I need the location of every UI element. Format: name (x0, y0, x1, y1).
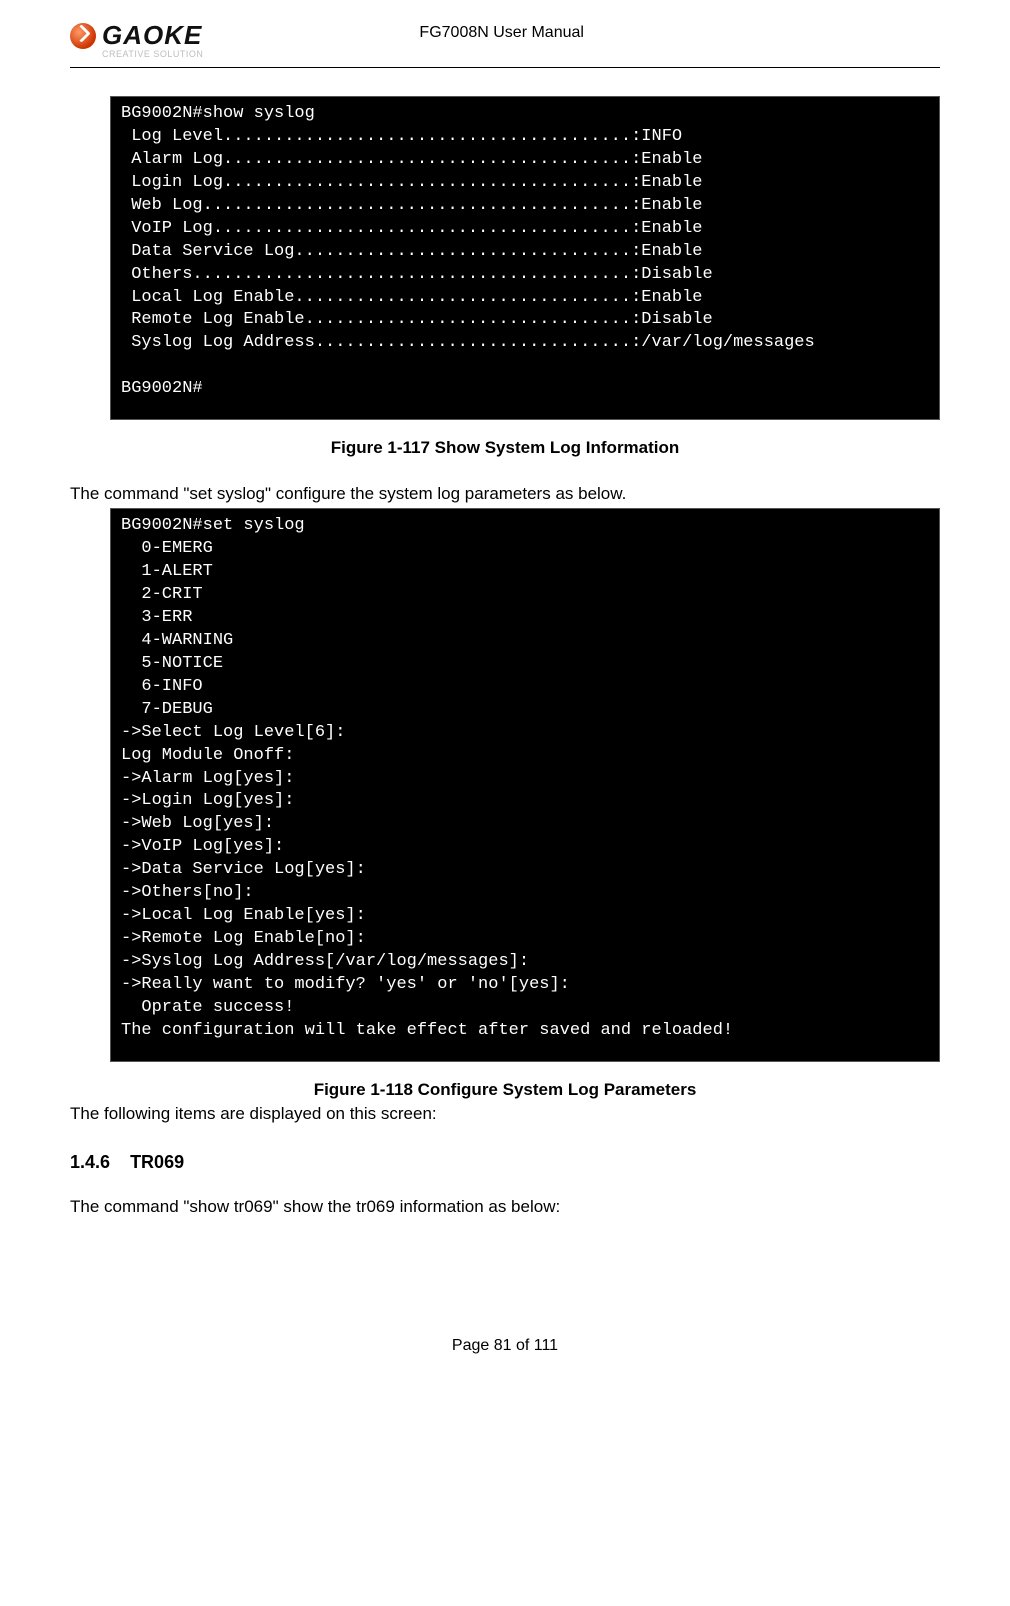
paragraph-items-displayed: The following items are displayed on thi… (70, 1104, 940, 1124)
terminal-set-syslog: BG9002N#set syslog 0-EMERG 1-ALERT 2-CRI… (110, 508, 940, 1062)
logo-block: GAOKE CREATIVE SOLUTION (70, 20, 203, 59)
header-row: GAOKE CREATIVE SOLUTION FG7008N User Man… (70, 20, 940, 59)
document-title: FG7008N User Manual (419, 24, 584, 42)
section-title-text: TR069 (130, 1152, 184, 1172)
header-divider (70, 67, 940, 68)
logo: GAOKE (70, 20, 202, 51)
figure-caption-117: Figure 1-117 Show System Log Information (70, 438, 940, 458)
logo-subtitle: CREATIVE SOLUTION (102, 49, 203, 59)
figure-caption-118: Figure 1-118 Configure System Log Parame… (70, 1080, 940, 1100)
page: GAOKE CREATIVE SOLUTION FG7008N User Man… (0, 0, 1010, 1385)
logo-icon (70, 23, 96, 49)
terminal-show-syslog: BG9002N#show syslog Log Level...........… (110, 96, 940, 420)
logo-text: GAOKE (102, 20, 202, 51)
page-footer: Page 81 of 111 (70, 1337, 940, 1355)
paragraph-show-tr069: The command "show tr069" show the tr069 … (70, 1197, 940, 1217)
paragraph-set-syslog-intro: The command "set syslog" configure the s… (70, 484, 940, 504)
section-heading-tr069: 1.4.6 TR069 (70, 1152, 940, 1173)
section-number: 1.4.6 (70, 1152, 110, 1172)
